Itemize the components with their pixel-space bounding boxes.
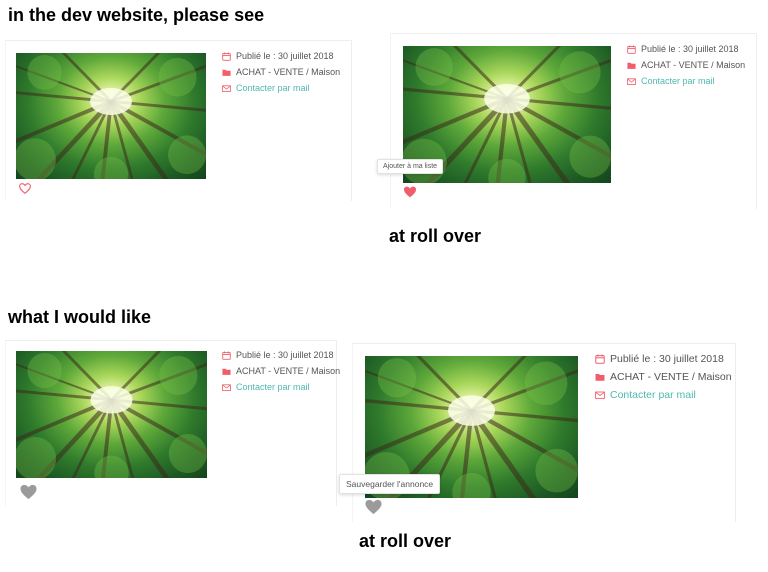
meta-published: Publié le : 30 juillet 2018: [222, 48, 340, 64]
published-text: Publié le : 30 juillet 2018: [641, 44, 739, 54]
meta-contact[interactable]: Contacter par mail: [627, 73, 745, 89]
meta-category: ACHAT - VENTE / Maison: [222, 64, 340, 80]
caption-rollover-current: at roll over: [389, 226, 482, 246]
contact-link[interactable]: Contacter par mail: [610, 386, 696, 404]
published-text: Publié le : 30 juillet 2018: [610, 353, 724, 365]
heart-filled-icon[interactable]: [403, 186, 417, 198]
folder-icon: [595, 372, 605, 382]
forest-image: [16, 53, 206, 179]
folder-icon: [627, 61, 636, 70]
published-text: Publié le : 30 juillet 2018: [236, 350, 334, 360]
tooltip-save-listing: Sauvegarder l'annonce: [339, 474, 441, 494]
folder-icon: [222, 68, 231, 77]
listing-card-desired-rollover: Publié le : 30 juillet 2018 ACHAT - VENT…: [352, 343, 736, 522]
listing-meta: Publié le : 30 juillet 2018 ACHAT - VENT…: [595, 350, 732, 404]
listing-card-current: Publié le : 30 juillet 2018 ACHAT - VENT…: [5, 40, 352, 201]
heart-filled-icon[interactable]: [364, 499, 383, 515]
contact-link[interactable]: Contacter par mail: [236, 80, 310, 96]
meta-category: ACHAT - VENTE / Maison: [222, 363, 340, 379]
calendar-icon: [627, 45, 636, 54]
meta-published: Publié le : 30 juillet 2018: [595, 350, 732, 368]
listing-card-current-rollover: Publié le : 30 juillet 2018 ACHAT - VENT…: [390, 33, 757, 209]
category-text: ACHAT - VENTE / Maison: [236, 67, 341, 77]
meta-contact[interactable]: Contacter par mail: [222, 80, 340, 96]
listing-meta: Publié le : 30 juillet 2018 ACHAT - VENT…: [222, 48, 340, 96]
meta-category: ACHAT - VENTE / Maison: [595, 368, 732, 386]
contact-link[interactable]: Contacter par mail: [641, 73, 715, 89]
meta-published: Publié le : 30 juillet 2018: [627, 41, 745, 57]
envelope-icon: [222, 84, 231, 93]
calendar-icon: [222, 351, 231, 360]
category-text: ACHAT - VENTE / Maison: [641, 60, 746, 70]
calendar-icon: [222, 52, 231, 61]
listing-photo[interactable]: [16, 53, 206, 179]
envelope-icon: [595, 390, 605, 400]
listing-card-desired: Publié le : 30 juillet 2018 ACHAT - VENT…: [5, 340, 340, 506]
category-text: ACHAT - VENTE / Maison: [610, 371, 732, 383]
contact-link[interactable]: Contacter par mail: [236, 379, 310, 395]
meta-published: Publié le : 30 juillet 2018: [222, 347, 340, 363]
tooltip-add-to-list: Ajouter à ma liste: [377, 159, 444, 174]
category-text: ACHAT - VENTE / Maison: [236, 366, 341, 376]
listing-meta: Publié le : 30 juillet 2018 ACHAT - VENT…: [222, 347, 340, 395]
caption-rollover-desired: at roll over: [359, 531, 452, 551]
heart-filled-icon[interactable]: [19, 484, 38, 500]
forest-image: [16, 351, 207, 478]
envelope-icon: [222, 383, 231, 392]
heart-outline-icon[interactable]: [19, 183, 31, 194]
published-text: Publié le : 30 juillet 2018: [236, 51, 334, 61]
listing-meta: Publié le : 30 juillet 2018 ACHAT - VENT…: [627, 41, 745, 89]
heading-desired: what I would like: [8, 307, 152, 327]
envelope-icon: [627, 77, 636, 86]
calendar-icon: [595, 354, 605, 364]
meta-contact[interactable]: Contacter par mail: [595, 386, 732, 404]
folder-icon: [222, 367, 231, 376]
listing-photo[interactable]: [16, 351, 207, 478]
meta-category: ACHAT - VENTE / Maison: [627, 57, 745, 73]
heading-current: in the dev website, please see: [8, 5, 265, 25]
meta-contact[interactable]: Contacter par mail: [222, 379, 340, 395]
